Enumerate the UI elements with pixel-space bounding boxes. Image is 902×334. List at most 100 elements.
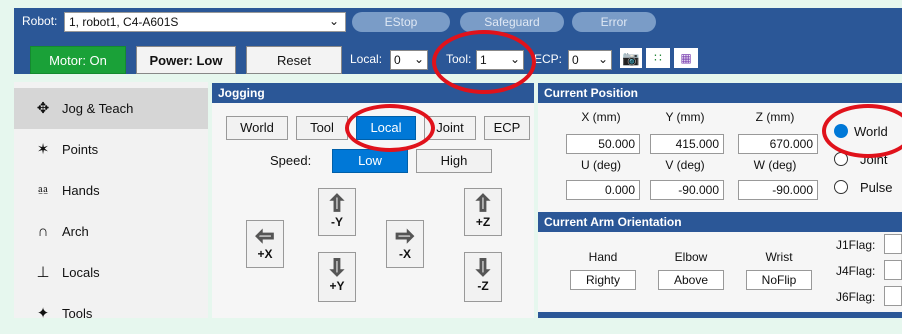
sidebar-item-label: Tools bbox=[62, 306, 93, 321]
tool-select-value: 1 bbox=[480, 53, 487, 67]
jog-label: +X bbox=[257, 247, 273, 261]
arrow-up-icon: ⇧ bbox=[327, 191, 347, 216]
hand-label: Hand bbox=[588, 250, 618, 264]
elbow-label: Elbow bbox=[674, 250, 708, 264]
terminal-icon[interactable]: ▦ bbox=[674, 48, 698, 68]
grid-icon[interactable]: ∷ bbox=[646, 48, 670, 68]
arch-icon: ∩ bbox=[37, 223, 49, 240]
arrow-up-icon: ⇧ bbox=[473, 191, 493, 216]
points-icon: ✶ bbox=[36, 141, 50, 158]
jog-label: +Z bbox=[475, 215, 491, 229]
sidebar-item-hands[interactable]: ⎂ Hands bbox=[14, 170, 208, 211]
sidebar-item-label: Locals bbox=[62, 265, 100, 280]
jog-neg-x-button[interactable]: ⇨ -X bbox=[386, 220, 424, 268]
jog-neg-y-button[interactable]: ⇧ -Y bbox=[318, 188, 356, 236]
robot-select[interactable]: 1, robot1, C4-A601S ⌄ bbox=[64, 12, 346, 32]
mode-ecp-button[interactable]: ECP bbox=[484, 116, 530, 140]
jog-label: -Y bbox=[331, 215, 343, 229]
chevron-down-icon: ⌄ bbox=[509, 52, 520, 66]
camera-icon[interactable]: 📷 bbox=[620, 48, 642, 68]
j6-flag-label: J6Flag: bbox=[836, 290, 876, 304]
sidebar-item-label: Arch bbox=[62, 224, 89, 239]
radio-joint[interactable] bbox=[834, 152, 848, 166]
sidebar-item-jog-teach[interactable]: ✥ Jog & Teach bbox=[14, 88, 208, 129]
mode-world-button[interactable]: World bbox=[226, 116, 288, 140]
estop-indicator: EStop bbox=[352, 12, 450, 32]
arrow-down-icon: ⇩ bbox=[327, 255, 347, 280]
v-value: -90.000 bbox=[650, 180, 724, 200]
radio-world-label: World bbox=[854, 124, 888, 139]
j6-flag-value bbox=[884, 286, 902, 306]
tool-label: Tool: bbox=[446, 52, 472, 66]
sidebar-item-locals[interactable]: ⊥ Locals bbox=[14, 252, 208, 293]
radio-world[interactable] bbox=[834, 124, 848, 138]
jog-neg-z-button[interactable]: ⇩ -Z bbox=[464, 252, 502, 302]
ecp-select[interactable]: 0 ⌄ bbox=[568, 50, 612, 70]
jog-pos-x-button[interactable]: ⇦ +X bbox=[246, 220, 284, 268]
speed-low-button[interactable]: Low bbox=[332, 149, 408, 173]
robot-select-value: 1, robot1, C4-A601S bbox=[69, 15, 179, 29]
next-panel-header bbox=[538, 312, 902, 318]
ecp-label: ECP: bbox=[534, 52, 563, 66]
sidebar-item-label: Jog & Teach bbox=[62, 101, 134, 116]
sidebar-item-tools[interactable]: ✦ Tools bbox=[14, 293, 208, 334]
j1-flag-value bbox=[884, 234, 902, 254]
j1-flag-label: J1Flag: bbox=[836, 238, 876, 252]
u-value: 0.000 bbox=[566, 180, 640, 200]
u-label: U (deg) bbox=[580, 158, 621, 172]
mode-tool-button[interactable]: Tool bbox=[296, 116, 348, 140]
chevron-down-icon: ⌄ bbox=[597, 52, 608, 66]
hand-icon: ⎂ bbox=[36, 182, 49, 199]
move-icon: ✥ bbox=[36, 100, 50, 117]
jog-label: +Y bbox=[329, 279, 345, 293]
arrow-right-icon: ⇨ bbox=[395, 223, 415, 248]
ecp-select-value: 0 bbox=[572, 53, 579, 67]
elbow-value: Above bbox=[658, 270, 724, 290]
y-label: Y (mm) bbox=[665, 110, 705, 124]
robot-label: Robot: bbox=[22, 14, 58, 28]
arrow-left-icon: ⇦ bbox=[255, 223, 275, 248]
speed-label: Speed: bbox=[270, 153, 312, 168]
reset-button[interactable]: Reset bbox=[246, 46, 342, 74]
x-value: 50.000 bbox=[566, 134, 640, 154]
radio-joint-label: Joint bbox=[860, 152, 888, 167]
chevron-down-icon: ⌄ bbox=[328, 14, 339, 28]
orientation-title: Current Arm Orientation bbox=[538, 212, 902, 232]
local-label: Local: bbox=[350, 52, 383, 66]
sidebar-item-label: Points bbox=[62, 142, 99, 157]
speed-high-button[interactable]: High bbox=[416, 149, 492, 173]
jog-label: -X bbox=[399, 247, 411, 261]
y-value: 415.000 bbox=[650, 134, 724, 154]
mode-local-button[interactable]: Local bbox=[356, 116, 416, 140]
position-title: Current Position bbox=[538, 83, 902, 103]
z-label: Z (mm) bbox=[755, 110, 795, 124]
j4-flag-value bbox=[884, 260, 902, 280]
wrist-value: NoFlip bbox=[746, 270, 812, 290]
motor-button[interactable]: Motor: On bbox=[30, 46, 126, 74]
power-button[interactable]: Power: Low bbox=[136, 46, 236, 74]
sidebar-item-points[interactable]: ✶ Points bbox=[14, 129, 208, 170]
jogging-title: Jogging bbox=[212, 83, 534, 103]
radio-pulse-label: Pulse bbox=[860, 180, 893, 195]
arrow-down-icon: ⇩ bbox=[473, 255, 493, 280]
v-label: V (deg) bbox=[665, 158, 705, 172]
tool-select[interactable]: 1 ⌄ bbox=[476, 50, 524, 70]
jog-pos-y-button[interactable]: ⇩ +Y bbox=[318, 252, 356, 302]
chevron-down-icon: ⌄ bbox=[413, 52, 424, 66]
mode-joint-button[interactable]: Joint bbox=[424, 116, 476, 140]
w-label: W (deg) bbox=[753, 158, 797, 172]
sidebar-item-arch[interactable]: ∩ Arch bbox=[14, 211, 208, 252]
w-value: -90.000 bbox=[738, 180, 818, 200]
x-label: X (mm) bbox=[581, 110, 621, 124]
radio-pulse[interactable] bbox=[834, 180, 848, 194]
locals-icon: ⊥ bbox=[36, 264, 50, 281]
safeguard-indicator: Safeguard bbox=[460, 12, 564, 32]
jog-pos-z-button[interactable]: ⇧ +Z bbox=[464, 188, 502, 236]
z-value: 670.000 bbox=[738, 134, 818, 154]
local-select[interactable]: 0 ⌄ bbox=[390, 50, 428, 70]
wrist-label: Wrist bbox=[765, 250, 793, 264]
error-indicator: Error bbox=[572, 12, 656, 32]
j4-flag-label: J4Flag: bbox=[836, 264, 876, 278]
tools-icon: ✦ bbox=[36, 305, 50, 322]
hand-value: Righty bbox=[570, 270, 636, 290]
